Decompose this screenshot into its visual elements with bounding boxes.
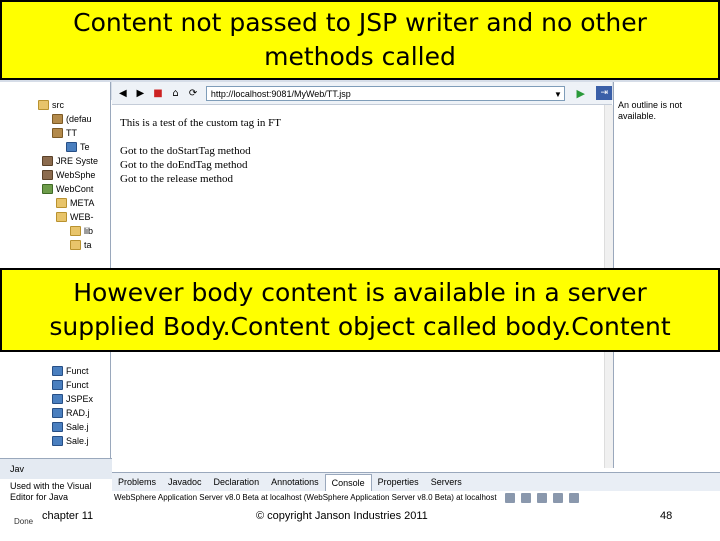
remove-launch-icon[interactable] [521,493,531,503]
slide-footer: Done chapter 11 © copyright Janson Indus… [0,505,720,540]
page-text-line: Got to the doStartTag method [120,145,251,157]
display-console-icon[interactable] [569,493,579,503]
banner-mid-line-2: supplied Body.Content object called body… [49,312,671,341]
tree-item-websphere[interactable]: WebSphe [42,168,95,181]
java-file-icon [52,407,63,418]
tab-console[interactable]: Console [324,473,372,491]
tree-item-rad[interactable]: RAD.j [52,406,90,419]
tree-item-ta[interactable]: ta [70,238,92,251]
tree-item-jspex[interactable]: JSPEx [52,392,93,405]
java-file-icon [52,365,63,376]
java-file-icon [52,393,63,404]
java-file-icon [66,141,77,152]
tab-declaration[interactable]: Declaration [208,477,266,487]
footer-chapter: chapter 11 [42,510,94,522]
java-file-icon [52,421,63,432]
package-icon [52,127,63,138]
tree-item-meta[interactable]: META [56,196,94,209]
stop-icon[interactable]: ■ [151,86,165,100]
url-input[interactable]: http://localhost:9081/MyWeb/TT.jsp ▼ [205,85,565,102]
page-text-line: Got to the doEndTag method [120,159,248,171]
footer-copyright: © copyright Janson Industries 2011 [256,510,428,522]
folder-icon [56,211,67,222]
jar-icon [42,169,53,180]
tree-item-src[interactable]: src [38,98,64,111]
package-icon [52,113,63,124]
slide-banner-top: Content not passed to JSP writer and no … [0,0,720,80]
tree-item-sale-2[interactable]: Sale.j [52,434,89,447]
folder-icon [38,99,49,110]
banner-mid-line-1: However body content is available in a s… [73,278,647,307]
slide-banner-middle: However body content is available in a s… [0,268,720,352]
home-icon[interactable]: ⌂ [169,86,183,100]
scroll-lock-icon[interactable] [537,493,547,503]
folder-icon [56,197,67,208]
tree-item-tt-package[interactable]: TT [52,126,77,139]
jar-icon [42,155,53,166]
browser-toolbar: ◀ ▶ ■ ⌂ ⟳ http://localhost:9081/MyWeb/TT… [112,82,612,105]
web-folder-icon [42,183,53,194]
forward-icon[interactable]: ▶ [134,86,148,100]
tab-properties[interactable]: Properties [372,477,425,487]
tree-item-funct-1[interactable]: Funct [52,364,89,377]
terminate-icon[interactable] [505,493,515,503]
tree-item-sale-1[interactable]: Sale.j [52,420,89,433]
folder-icon [70,239,81,250]
tree-item-default-package[interactable]: (defau [52,112,92,125]
tree-item-web-inf[interactable]: WEB- [56,210,94,223]
java-file-icon [52,379,63,390]
tree-item-jre-system[interactable]: JRE Syste [42,154,98,167]
console-toolbar [505,491,579,505]
page-text-line: This is a test of the custom tag in FT [120,117,282,129]
outline-message: An outline is not available. [618,100,683,121]
status-done: Done [14,517,34,526]
go-icon[interactable]: ▶ [573,86,589,100]
tab-java[interactable]: Jav [0,459,112,479]
back-icon[interactable]: ◀ [116,86,130,100]
pin-console-icon[interactable] [553,493,563,503]
url-dropdown-icon[interactable]: ▼ [554,87,562,102]
panel-description: Used with the Visual Editor for Java [10,481,92,502]
tree-item-webcontent[interactable]: WebCont [42,182,93,195]
tree-item-te-file[interactable]: Te [66,140,90,153]
tab-annotations[interactable]: Annotations [265,477,325,487]
console-output: WebSphere Application Server v8.0 Beta a… [112,491,720,505]
folder-icon [70,225,81,236]
tree-item-lib[interactable]: lib [70,224,93,237]
view-menu-icon[interactable]: ⇥ [596,86,612,100]
refresh-icon[interactable]: ⟳ [186,86,200,100]
tab-servers[interactable]: Servers [425,477,468,487]
bottom-tab-bar: Problems Javadoc Declaration Annotations… [112,472,720,491]
page-text-line: Got to the release method [120,173,234,185]
footer-page-number: 48 [660,510,673,522]
banner-top-line-1: Content not passed to JSP writer and no … [73,8,647,37]
tree-item-funct-2[interactable]: Funct [52,378,89,391]
java-file-icon [52,435,63,446]
tab-javadoc[interactable]: Javadoc [162,477,208,487]
banner-top-line-2: methods called [264,42,456,71]
tab-problems[interactable]: Problems [112,477,162,487]
